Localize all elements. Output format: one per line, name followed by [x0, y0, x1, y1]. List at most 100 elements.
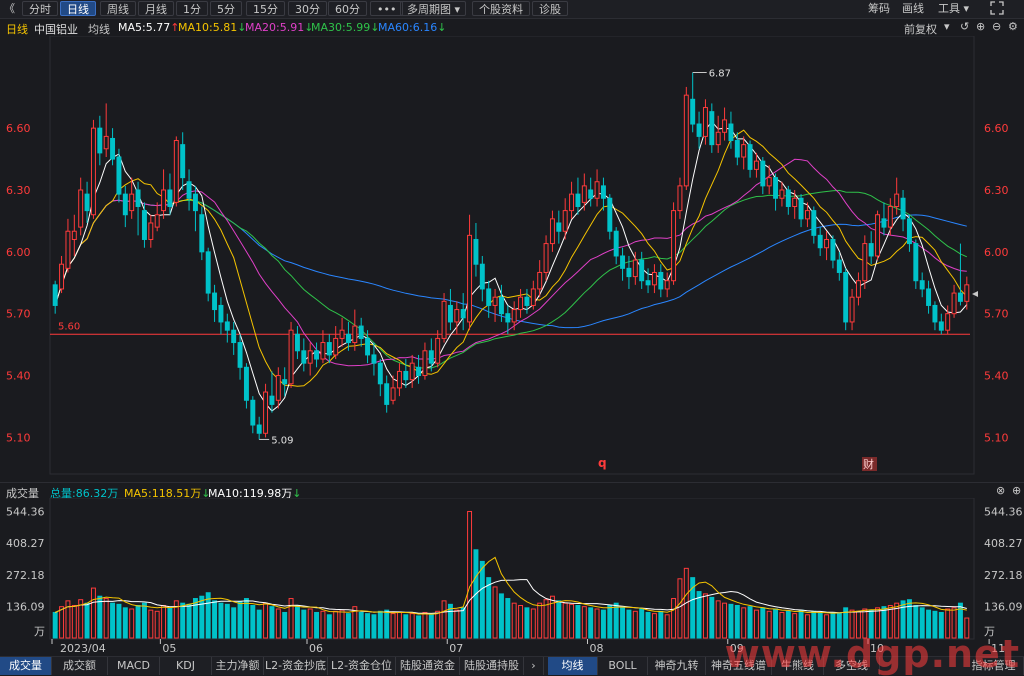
volume-bar [199, 595, 205, 639]
volume-bar [333, 610, 339, 639]
candle-body [59, 263, 65, 290]
profile-button[interactable]: 个股资料 [472, 1, 530, 16]
overlay-tab-0[interactable]: 均线 [548, 657, 598, 675]
volume-bar [486, 577, 492, 639]
bottom-tab-0[interactable]: 成交量 [0, 657, 52, 675]
candle-body [97, 127, 103, 154]
bottom-tab-3[interactable]: KDJ [160, 657, 212, 675]
bottom-tab-7[interactable]: 陆股通资金 [396, 657, 460, 675]
candle-body [906, 218, 912, 245]
zoom-out-icon[interactable]: ⊖ [992, 20, 1001, 34]
candle-body [71, 230, 77, 240]
candle-body [460, 309, 466, 319]
overlay-tab-2[interactable]: 神奇九转 [648, 657, 706, 675]
bottom-tab-5[interactable]: L2-资金抄底 [264, 657, 328, 675]
candle-body [365, 337, 371, 356]
candle-body [798, 197, 804, 220]
candle-body [180, 144, 186, 179]
volume-bar [256, 609, 262, 639]
finance-marker[interactable]: 财 [863, 457, 874, 471]
bottom-tab-8[interactable]: 陆股通持股 [460, 657, 524, 675]
candle-body [766, 177, 772, 187]
volume-bar [135, 605, 141, 639]
candle-body [556, 222, 562, 232]
zoom-in-icon[interactable]: ⊕ [976, 20, 985, 34]
candle-body [384, 383, 390, 405]
volume-bar [396, 611, 402, 639]
bottom-tab-4[interactable]: 主力净额 [212, 657, 264, 675]
candle-body [301, 350, 307, 364]
ma-label[interactable]: 均线 [88, 21, 110, 37]
ma20-value: MA20:5.91↓ [245, 21, 314, 34]
bottom-tab-6[interactable]: L2-资金仓位 [328, 657, 396, 675]
candle-body [664, 280, 670, 290]
close-icon[interactable]: ⊗ [996, 484, 1005, 498]
adjust-dropdown[interactable]: 前复权 [904, 21, 937, 37]
fullscreen-icon[interactable] [990, 1, 1004, 19]
candle-body [575, 193, 581, 207]
candle-body [307, 350, 313, 364]
volume-bar [702, 593, 708, 639]
tab-rixian[interactable]: 日线 [60, 1, 96, 16]
volume-bar [269, 606, 275, 639]
multi-period-dropdown[interactable]: 多周期图 ▾ [400, 1, 466, 16]
tab-30min[interactable]: 30分 [288, 1, 327, 16]
tab-zhouxian[interactable]: 周线 [100, 1, 136, 16]
collapse-icon[interactable]: 《 [4, 2, 15, 16]
volume-bar [416, 615, 422, 639]
x-tick-label: 05 [162, 642, 176, 655]
refresh-icon[interactable]: ↺ [960, 20, 969, 34]
candle-body [543, 243, 549, 273]
overlay-tab-1[interactable]: BOLL [598, 657, 648, 675]
tab-5min[interactable]: 5分 [210, 1, 242, 16]
x-tick-label: 2023/04 [60, 642, 106, 655]
chips-button[interactable]: 筹码 [868, 1, 890, 16]
volume-bar [52, 611, 58, 639]
volume-bar [263, 602, 269, 639]
candle-body [696, 123, 702, 137]
candle-body [110, 137, 116, 160]
more-button[interactable]: ••• [370, 1, 404, 16]
tabs-next-icon[interactable]: › [524, 657, 544, 675]
bottom-tab-2[interactable]: MACD [108, 657, 160, 675]
tab-fenshi[interactable]: 分时 [22, 1, 58, 16]
candle-body [792, 197, 798, 207]
candle-body [218, 304, 224, 323]
candle-body [811, 210, 817, 236]
event-marker-q[interactable]: q [598, 456, 607, 470]
tab-1min[interactable]: 1分 [176, 1, 208, 16]
candle-body [390, 387, 396, 401]
add-icon[interactable]: ⊕ [1012, 484, 1021, 498]
candle-body [919, 280, 925, 290]
candle-body [645, 280, 651, 286]
candle-body [702, 107, 708, 137]
tab-60min[interactable]: 60分 [328, 1, 367, 16]
bottom-tab-1[interactable]: 成交额 [52, 657, 108, 675]
tools-dropdown[interactable]: 工具 ▾ [938, 1, 969, 16]
volume-bar [671, 598, 677, 639]
tab-15min[interactable]: 15分 [246, 1, 285, 16]
candle-body [926, 288, 932, 306]
ma60-line [54, 199, 967, 329]
candle-body [486, 288, 492, 306]
settings-icon[interactable]: ⚙ [1008, 20, 1018, 34]
candle-body [192, 193, 198, 212]
watermark: www.dgp.net [724, 632, 1020, 676]
ma30-value: MA30:5.99↓ [311, 21, 380, 34]
candle-body [371, 354, 377, 364]
reference-label: 5.60 [58, 321, 80, 332]
candle-body [141, 210, 147, 240]
candle-body [817, 234, 823, 249]
candle-body [658, 271, 664, 290]
volume-ma10-line [54, 579, 967, 614]
candle-body [90, 127, 96, 216]
tab-yuexian[interactable]: 月线 [138, 1, 174, 16]
draw-line-button[interactable]: 画线 [902, 1, 924, 16]
diagnose-button[interactable]: 诊股 [532, 1, 568, 16]
candle-body [569, 193, 575, 212]
triangle-down-icon[interactable]: ▾ [944, 20, 950, 34]
candle-body [250, 399, 256, 426]
volume-bar [620, 607, 626, 639]
candlestick-chart[interactable]: 6.60 6.60 6.30 6.30 6.00 6.00 5.70 5.70 5.40 5.40… [0, 36, 1024, 482]
volume-bar [422, 611, 428, 639]
